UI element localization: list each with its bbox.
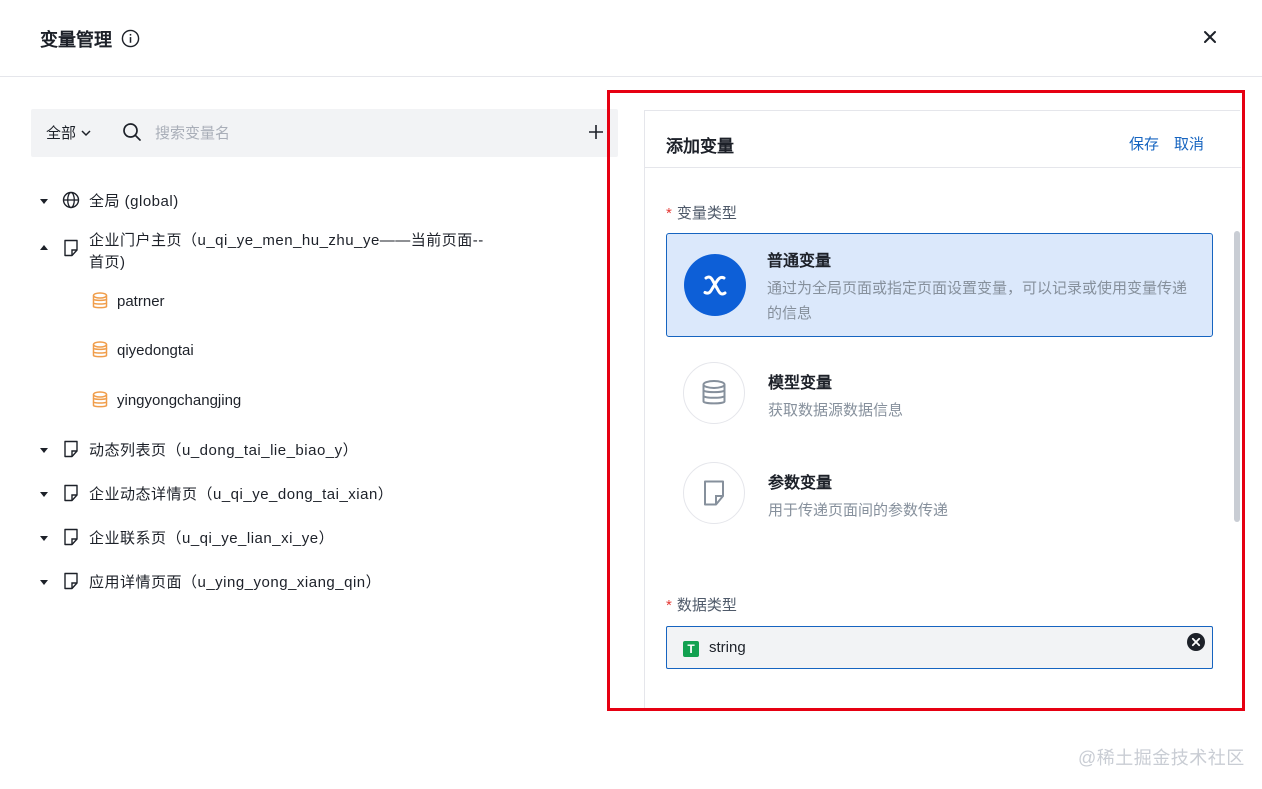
type-card-parameter[interactable]: 参数变量 用于传递页面间的参数传递 [666, 442, 1213, 546]
caret-down-icon[interactable] [36, 574, 52, 590]
cancel-button[interactable]: 取消 [1174, 133, 1204, 154]
tree-leaf-variable[interactable]: qiyedongtai [92, 341, 194, 359]
close-icon[interactable] [1199, 26, 1221, 48]
caret-down-icon[interactable] [36, 442, 52, 458]
tree-node-page[interactable]: 企业动态详情页（u_qi_ye_dong_tai_xian） [36, 483, 393, 504]
required-mark: * [666, 205, 672, 222]
search-input[interactable] [155, 120, 575, 146]
save-button[interactable]: 保存 [1129, 133, 1159, 154]
caret-down-icon[interactable] [36, 530, 52, 546]
globe-icon [62, 191, 80, 209]
caret-down-icon[interactable] [36, 193, 52, 209]
scope-select[interactable]: 全部 [46, 122, 92, 143]
tree-node-label: 全局 (global) [89, 193, 179, 210]
page-icon [62, 528, 80, 546]
watermark: @稀土掘金技术社区 [1078, 748, 1245, 768]
string-type-icon: T [683, 641, 699, 657]
type-card-desc: 用于传递页面间的参数传递 [768, 502, 949, 519]
tree-node-label: 应用详情页面（u_ying_yong_xiang_qin） [89, 574, 382, 591]
dialog-header: 变量管理 [0, 0, 1262, 77]
tree-node-label: 企业联系页（u_qi_ye_lian_xi_ye） [89, 530, 335, 547]
scope-label: 全部 [46, 125, 77, 142]
database-icon [683, 362, 745, 424]
tree-node-label: 企业门户主页（u_qi_ye_men_hu_zhu_ye——当前页面-- [89, 232, 484, 249]
type-card-name: 模型变量 [768, 375, 833, 392]
caret-up-icon[interactable] [36, 240, 52, 256]
clear-icon[interactable] [1186, 632, 1206, 652]
page-icon [683, 462, 745, 524]
leaf-label: qiyedongtai [117, 341, 194, 359]
tree-node-page[interactable]: 应用详情页面（u_ying_yong_xiang_qin） [36, 571, 381, 592]
type-card-desc: 获取数据源数据信息 [768, 402, 904, 419]
tree-node-label: 企业动态详情页（u_qi_ye_dong_tai_xian） [89, 486, 394, 503]
panel-header: 添加变量 保存 取消 [645, 111, 1241, 168]
required-mark: * [666, 597, 672, 614]
data-type-value: string [709, 639, 746, 656]
leaf-label: patrner [117, 292, 165, 310]
type-card-name: 普通变量 [767, 253, 832, 270]
tree-node-home-page[interactable]: 企业门户主页（u_qi_ye_men_hu_zhu_ye——当前页面-- 首页) [36, 230, 484, 274]
add-variable-panel: 添加变量 保存 取消 * 变量类型 普通变量 通过为全局页面或指定页面设置变量，可… [644, 110, 1241, 708]
variable-toolbar: 全部 [31, 109, 618, 157]
data-type-select[interactable]: T string [666, 626, 1213, 669]
chevron-down-icon [81, 129, 91, 136]
database-icon [92, 391, 108, 408]
database-icon [92, 341, 108, 358]
tree-node-label-continued: 首页) [89, 254, 126, 271]
caret-down-icon[interactable] [36, 486, 52, 502]
panel-scrollbar[interactable] [1234, 231, 1240, 522]
tree-node-page[interactable]: 动态列表页（u_dong_tai_lie_biao_y） [36, 439, 358, 460]
variable-x-icon [684, 254, 746, 316]
panel-title: 添加变量 [666, 137, 734, 156]
variable-type-label: * 变量类型 [666, 205, 737, 222]
page-icon [62, 484, 80, 502]
info-icon[interactable] [121, 29, 140, 48]
tree-node-global[interactable]: 全局 (global) [36, 190, 179, 211]
leaf-label: yingyongchangjing [117, 391, 242, 409]
data-type-label: * 数据类型 [666, 597, 737, 614]
database-icon [92, 292, 108, 309]
search-icon [123, 123, 141, 141]
add-variable-icon[interactable] [587, 123, 605, 141]
tree-leaf-variable[interactable]: patrner [92, 292, 165, 310]
tree-node-label: 动态列表页（u_dong_tai_lie_biao_y） [89, 442, 359, 459]
dialog-title: 变量管理 [40, 30, 112, 50]
page-icon [62, 572, 80, 590]
type-card-desc: 通过为全局页面或指定页面设置变量，可以记录或使用变量传递的信息 [767, 280, 1188, 322]
tree-leaf-variable[interactable]: yingyongchangjing [92, 391, 241, 409]
type-card-model[interactable]: 模型变量 获取数据源数据信息 [666, 342, 1213, 446]
tree-node-page[interactable]: 企业联系页（u_qi_ye_lian_xi_ye） [36, 527, 334, 548]
type-card-normal[interactable]: 普通变量 通过为全局页面或指定页面设置变量，可以记录或使用变量传递的信息 [666, 233, 1213, 337]
type-card-name: 参数变量 [768, 475, 833, 492]
page-icon [62, 440, 80, 458]
page-icon [62, 239, 80, 257]
